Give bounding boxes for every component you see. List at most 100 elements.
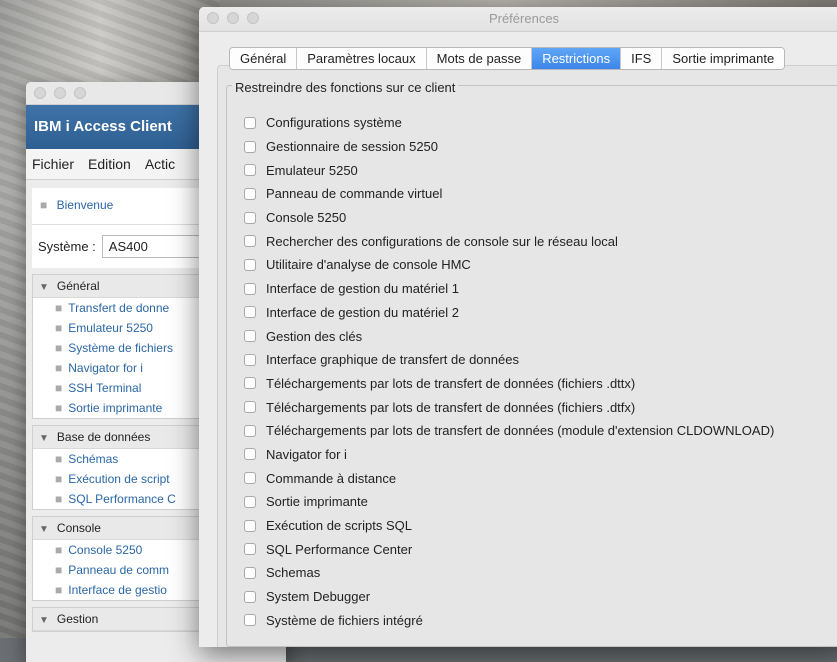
checkbox-label: Interface graphique de transfert de donn… [266, 352, 519, 368]
checkbox[interactable] [244, 590, 256, 603]
menu-fichier[interactable]: Fichier [32, 156, 74, 172]
section-title: Restreindre des fonctions sur ce client [232, 80, 459, 95]
checkbox-label: Système de fichiers intégré [266, 612, 423, 628]
checkbox[interactable] [244, 330, 256, 343]
checkbox[interactable] [244, 424, 256, 437]
preferences-window: Préférences Restreindre des fonctions su… [199, 7, 837, 647]
disclosure-triangle-icon: ▼ [39, 282, 49, 293]
disclosure-triangle-icon: ▼ [39, 524, 49, 535]
checkbox-row[interactable]: Téléchargements par lots de transfert de… [244, 419, 774, 443]
close-window-button[interactable] [34, 87, 46, 99]
checkbox[interactable] [244, 566, 256, 579]
checkbox-row[interactable]: SQL Performance Center [244, 537, 774, 561]
menu-edition[interactable]: Edition [88, 156, 131, 172]
tab-parametres-locaux[interactable]: Paramètres locaux [297, 48, 427, 69]
checkbox-row[interactable]: Interface de gestion du matériel 1 [244, 277, 774, 301]
tab-mots-de-passe[interactable]: Mots de passe [426, 48, 533, 69]
tab-restrictions[interactable]: Restrictions [532, 48, 622, 69]
checkbox[interactable] [244, 543, 256, 556]
titlebar: Préférences [199, 7, 837, 32]
tab-ifs[interactable]: IFS [621, 48, 663, 69]
checkbox[interactable] [244, 519, 256, 532]
checkbox-row[interactable]: Rechercher des configurations de console… [244, 229, 774, 253]
checkbox-row[interactable]: Navigator for i [244, 443, 774, 467]
checkbox-row[interactable]: Emulateur 5250 [244, 158, 774, 182]
bullet-icon: ■ [55, 341, 63, 355]
checkbox-row[interactable]: Panneau de commande virtuel [244, 182, 774, 206]
bullet-icon: ■ [55, 321, 63, 335]
checkbox-row[interactable]: Commande à distance [244, 466, 774, 490]
checkbox-label: Utilitaire d'analyse de console HMC [266, 257, 471, 273]
checkbox-row[interactable]: Sortie imprimante [244, 490, 774, 514]
tab-bar: Général Paramètres locaux Mots de passe … [229, 47, 786, 70]
checkbox[interactable] [244, 614, 256, 627]
bullet-icon: ■ [40, 198, 48, 212]
checkbox-row[interactable]: Schemas [244, 561, 774, 585]
checkbox-row[interactable]: Système de fichiers intégré [244, 608, 774, 632]
restrictions-checklist: Configurations système Gestionnaire de s… [244, 111, 774, 632]
checkbox[interactable] [244, 164, 256, 177]
checkbox-row[interactable]: Gestionnaire de session 5250 [244, 135, 774, 159]
checkbox-label: Interface de gestion du matériel 2 [266, 304, 459, 320]
checkbox-label: Navigator for i [266, 446, 347, 462]
minimize-window-button[interactable] [54, 87, 66, 99]
bullet-icon: ■ [55, 583, 63, 597]
disclosure-triangle-icon: ▼ [39, 433, 49, 444]
bullet-icon: ■ [55, 452, 63, 466]
checkbox-label: Rechercher des configurations de console… [266, 233, 618, 249]
group-title: Général [56, 279, 100, 293]
checkbox-label: Schemas [266, 565, 321, 581]
checkbox[interactable] [244, 187, 256, 200]
bullet-icon: ■ [55, 361, 63, 375]
checkbox[interactable] [244, 353, 256, 366]
checkbox-label: Téléchargements par lots de transfert de… [266, 375, 636, 391]
checkbox-label: Emulateur 5250 [266, 162, 358, 178]
tab-sortie-imprimante[interactable]: Sortie imprimante [662, 48, 785, 69]
checkbox-row[interactable]: Téléchargements par lots de transfert de… [244, 372, 774, 396]
checkbox-row[interactable]: Utilitaire d'analyse de console HMC [244, 253, 774, 277]
checkbox[interactable] [244, 306, 256, 319]
checkbox-row[interactable]: Téléchargements par lots de transfert de… [244, 395, 774, 419]
group-title: Console [56, 521, 101, 535]
bullet-icon: ■ [55, 563, 63, 577]
system-label: Système : [38, 239, 96, 254]
checkbox[interactable] [244, 258, 256, 271]
checkbox[interactable] [244, 282, 256, 295]
checkbox-label: Configurations système [266, 115, 402, 131]
checkbox[interactable] [244, 377, 256, 390]
checkbox[interactable] [244, 495, 256, 508]
checkbox-label: Exécution de scripts SQL [266, 518, 412, 534]
checkbox-row[interactable]: Console 5250 [244, 206, 774, 230]
checkbox-row[interactable]: Configurations système [244, 111, 774, 135]
tab-general[interactable]: Général [230, 48, 298, 69]
checkbox-row[interactable]: System Debugger [244, 585, 774, 609]
checkbox-label: Panneau de commande virtuel [266, 186, 443, 202]
checkbox-label: Sortie imprimante [266, 494, 368, 510]
checkbox[interactable] [244, 116, 256, 129]
checkbox-row[interactable]: Interface graphique de transfert de donn… [244, 348, 774, 372]
group-title: Base de données [56, 430, 151, 444]
checkbox-row[interactable]: Gestion des clés [244, 324, 774, 348]
checkbox-label: Gestion des clés [266, 328, 363, 344]
bullet-icon: ■ [55, 472, 63, 486]
menu-actions[interactable]: Actic [145, 156, 175, 172]
checkbox[interactable] [244, 140, 256, 153]
zoom-window-button[interactable] [74, 87, 86, 99]
checkbox[interactable] [244, 401, 256, 414]
bullet-icon: ■ [55, 301, 63, 315]
checkbox-row[interactable]: Interface de gestion du matériel 2 [244, 301, 774, 325]
checkbox-label: System Debugger [266, 589, 371, 605]
bullet-icon: ■ [55, 381, 63, 395]
checkbox[interactable] [244, 211, 256, 224]
checkbox-label: Commande à distance [266, 470, 397, 486]
checkbox[interactable] [244, 448, 256, 461]
bullet-icon: ■ [55, 543, 63, 557]
welcome-link[interactable]: Bienvenue [57, 198, 114, 212]
checkbox-label: Téléchargements par lots de transfert de… [266, 399, 636, 415]
checkbox-row[interactable]: Exécution de scripts SQL [244, 514, 774, 538]
checkbox[interactable] [244, 472, 256, 485]
checkbox[interactable] [244, 235, 256, 248]
group-title: Gestion [56, 612, 99, 626]
bullet-icon: ■ [55, 401, 63, 415]
window-title: Préférences [488, 11, 560, 26]
